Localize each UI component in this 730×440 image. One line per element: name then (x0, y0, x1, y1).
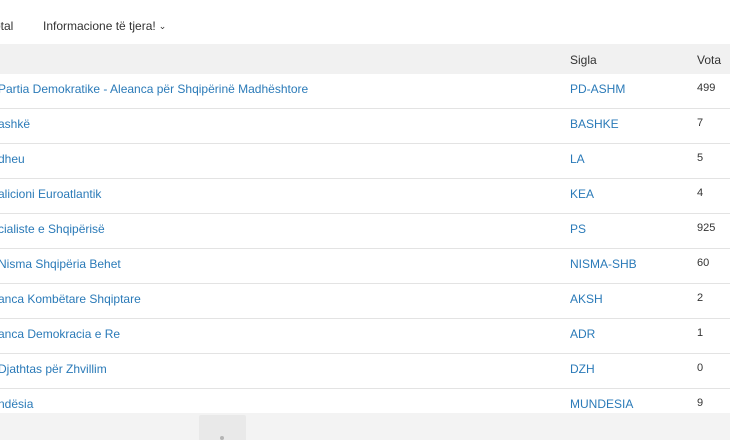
party-name-link[interactable]: Partia Demokratike - Aleanca për Shqipër… (0, 82, 308, 96)
party-votes: 60 (697, 257, 710, 269)
party-sigla-link[interactable]: LA (570, 152, 585, 166)
table-header: Sigla Vota (0, 44, 730, 74)
table-row: Partia Demokratike - Aleanca për Shqipër… (0, 74, 730, 109)
scroll-tab[interactable] (199, 415, 246, 440)
party-name-link[interactable]: anca Demokracia e Re (0, 327, 120, 341)
table-row: Nisma Shqipëria Behet NISMA-SHB 60 (0, 249, 730, 284)
header-vota: Vota (697, 53, 722, 67)
table-row: dheu LA 5 (0, 144, 730, 179)
table-row: anca Demokracia e Re ADR 1 (0, 319, 730, 354)
table-row: ashkë BASHKE 7 (0, 109, 730, 144)
party-sigla-link[interactable]: DZH (570, 362, 595, 376)
party-votes: 1 (697, 327, 704, 339)
header-sigla: Sigla (570, 53, 597, 67)
table-row: alicioni Euroatlantik KEA 4 (0, 179, 730, 214)
dot-icon (220, 436, 224, 440)
party-sigla-link[interactable]: BASHKE (570, 117, 619, 131)
party-sigla-link[interactable]: NISMA-SHB (570, 257, 637, 271)
party-name-link[interactable]: ndësia (0, 397, 33, 411)
results-table: Sigla Vota Partia Demokratike - Aleanca … (0, 44, 730, 424)
party-votes: 925 (697, 222, 716, 234)
party-sigla-link[interactable]: KEA (570, 187, 594, 201)
party-sigla-link[interactable]: MUNDESIA (570, 397, 633, 411)
party-votes: 7 (697, 117, 704, 129)
table-row: anca Kombëtare Shqiptare AKSH 2 (0, 284, 730, 319)
party-votes: 499 (697, 82, 716, 94)
chevron-down-icon: ⌄ (158, 21, 167, 31)
party-sigla-link[interactable]: PD-ASHM (570, 82, 625, 96)
party-votes: 2 (697, 292, 704, 304)
party-sigla-link[interactable]: PS (570, 222, 586, 236)
nav-item-more-info[interactable]: Informacione të tjera! ⌄ (43, 19, 166, 33)
party-votes: 9 (697, 397, 704, 409)
nav-item-total[interactable]: otal (0, 19, 13, 33)
party-votes: 4 (697, 187, 704, 199)
party-name-link[interactable]: Djathtas për Zhvillim (0, 362, 107, 376)
party-name-link[interactable]: dheu (0, 152, 25, 166)
party-votes: 0 (697, 362, 704, 374)
party-name-link[interactable]: cialiste e Shqipërisë (0, 222, 105, 236)
party-votes: 5 (697, 152, 704, 164)
party-name-link[interactable]: alicioni Euroatlantik (0, 187, 101, 201)
party-sigla-link[interactable]: ADR (570, 327, 595, 341)
table-row: Djathtas për Zhvillim DZH 0 (0, 354, 730, 389)
top-nav: otal Informacione të tjera!⌄ (0, 0, 730, 44)
table-row: cialiste e Shqipërisë PS 925 (0, 214, 730, 249)
footer-bar (0, 413, 730, 440)
party-name-link[interactable]: anca Kombëtare Shqiptare (0, 292, 141, 306)
party-name-link[interactable]: Nisma Shqipëria Behet (0, 257, 121, 271)
party-name-link[interactable]: ashkë (0, 117, 30, 131)
nav-item-more-info-label: Informacione të tjera! (43, 19, 156, 33)
party-sigla-link[interactable]: AKSH (570, 292, 603, 306)
